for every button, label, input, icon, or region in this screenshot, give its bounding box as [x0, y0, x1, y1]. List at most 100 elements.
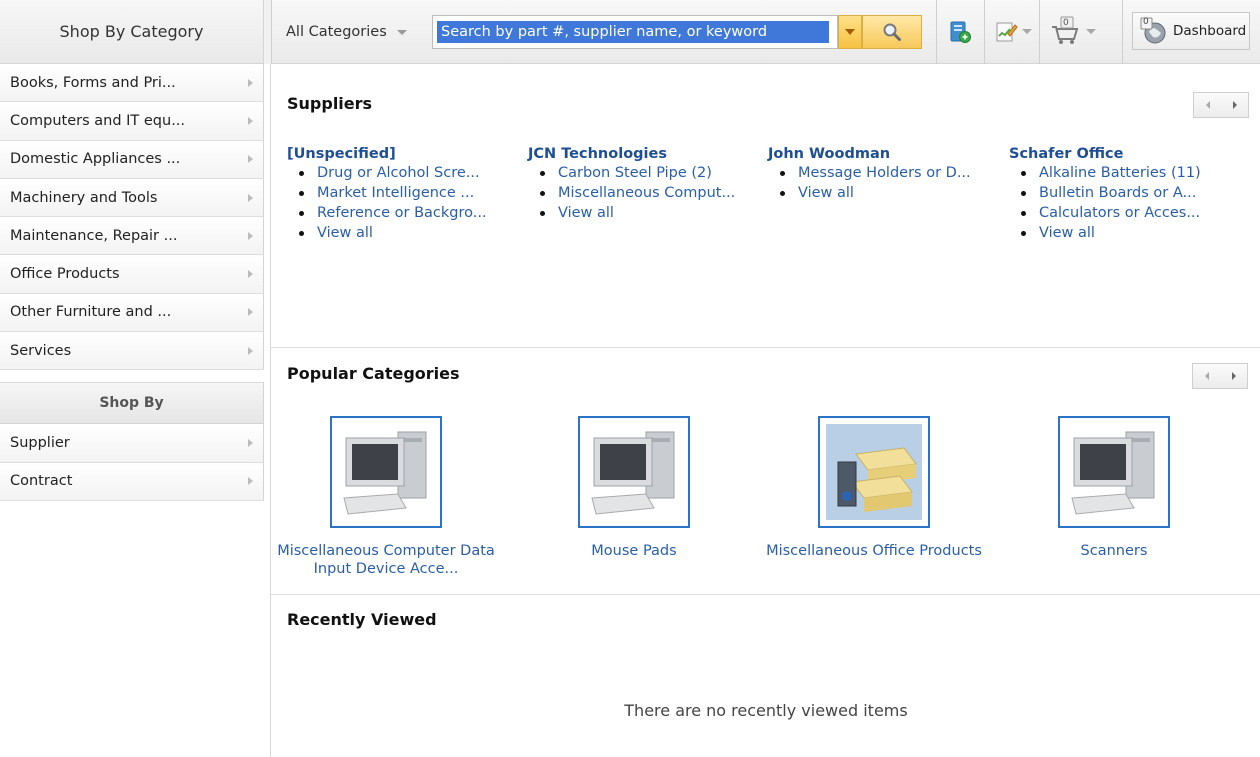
supplier-category-list: Carbon Steel Pipe (2) Miscellaneous Comp…: [528, 164, 758, 222]
category-item-office-products[interactable]: Office Products: [0, 255, 264, 294]
view-all-link[interactable]: View all: [1039, 225, 1095, 241]
popular-category-label[interactable]: Scanners: [999, 542, 1229, 560]
toolbar-divider: [1039, 0, 1040, 64]
shop-by-list: Supplier Contract: [0, 424, 264, 501]
category-item-books[interactable]: Books, Forms and Pri...: [0, 64, 264, 103]
dashboard-button[interactable]: 0 Dashboard: [1132, 12, 1250, 50]
supplier-category-list: Alkaline Batteries (11) Bulletin Boards …: [1009, 164, 1239, 242]
supplier-name-link[interactable]: John Woodman: [768, 146, 998, 162]
list-item: Carbon Steel Pipe (2): [540, 164, 758, 182]
category-item-label: Books, Forms and Pri...: [10, 74, 176, 91]
shop-by-contract[interactable]: Contract: [0, 462, 264, 501]
view-all-link[interactable]: View all: [798, 185, 854, 201]
supplier-name-link[interactable]: [Unspecified]: [287, 146, 517, 162]
popular-category-card: Miscellaneous Office Products: [759, 416, 989, 560]
search-options-dropdown[interactable]: [838, 15, 862, 49]
search-button[interactable]: [862, 15, 922, 49]
category-item-maintenance[interactable]: Maintenance, Repair ...: [0, 217, 264, 256]
category-item-machinery[interactable]: Machinery and Tools: [0, 178, 264, 218]
category-item-label: Machinery and Tools: [10, 189, 158, 206]
supplier-category-link[interactable]: Market Intelligence ...: [317, 185, 474, 201]
pager-next-button[interactable]: [1221, 93, 1248, 117]
search-icon: [883, 23, 901, 41]
edit-list-icon[interactable]: [994, 20, 1018, 44]
cart-count: 0: [1063, 18, 1069, 28]
office-products-image[interactable]: [818, 416, 930, 528]
view-all-link[interactable]: View all: [558, 205, 614, 221]
popular-category-label[interactable]: Miscellaneous Office Products: [759, 542, 989, 560]
main-content: Suppliers [Unspecified] Drug or Alcohol …: [270, 64, 1260, 757]
chevron-right-icon: [1231, 372, 1236, 380]
pager-prev-button[interactable]: [1194, 93, 1221, 117]
category-item-services[interactable]: Services: [0, 332, 264, 371]
list-item: Alkaline Batteries (11): [1021, 164, 1239, 182]
category-item-label: Other Furniture and ...: [10, 304, 172, 321]
computer-image[interactable]: [1058, 416, 1170, 528]
pager-prev-button[interactable]: [1193, 364, 1220, 388]
suppliers-section: Suppliers [Unspecified] Drug or Alcohol …: [271, 64, 1260, 348]
section-divider: [271, 594, 1260, 595]
list-item: View all: [299, 224, 517, 242]
category-item-computers[interactable]: Computers and IT equ...: [0, 102, 264, 141]
list-item: Message Holders or D...: [780, 164, 998, 182]
view-all-link[interactable]: View all: [317, 225, 373, 241]
category-item-other-furniture[interactable]: Other Furniture and ...: [0, 293, 264, 333]
popular-categories-pager: [1192, 363, 1248, 389]
search-input[interactable]: [437, 21, 829, 43]
popular-category-card: Scanners: [999, 416, 1229, 560]
chevron-down-icon[interactable]: [1086, 29, 1096, 34]
chevron-right-icon: [248, 155, 253, 164]
category-item-label: Maintenance, Repair ...: [10, 227, 178, 244]
list-item: View all: [540, 204, 758, 222]
computer-image[interactable]: [330, 416, 442, 528]
list-item: Drug or Alcohol Scre...: [299, 164, 517, 182]
supplier-column: John Woodman Message Holders or D... Vie…: [768, 146, 998, 204]
supplier-category-link[interactable]: Miscellaneous Comput...: [558, 185, 735, 201]
category-select-value: All Categories: [286, 24, 387, 40]
supplier-category-link[interactable]: Calculators or Acces...: [1039, 205, 1200, 221]
new-requisition-icon[interactable]: [948, 20, 972, 44]
supplier-name-link[interactable]: JCN Technologies: [528, 146, 758, 162]
popular-category-label[interactable]: Miscellaneous Computer Data Input Device…: [271, 542, 501, 578]
toolbar-divider: [1122, 0, 1123, 64]
suppliers-title: Suppliers: [287, 94, 373, 113]
chevron-left-icon: [1204, 372, 1209, 380]
category-item-label: Services: [10, 342, 72, 359]
supplier-category-list: Drug or Alcohol Scre... Market Intellige…: [287, 164, 517, 242]
supplier-column: JCN Technologies Carbon Steel Pipe (2) M…: [528, 146, 758, 224]
popular-categories-title: Popular Categories: [287, 364, 460, 383]
supplier-name-link[interactable]: Schafer Office: [1009, 146, 1239, 162]
shop-by-category-title: Shop By Category: [59, 22, 204, 41]
shop-by-supplier[interactable]: Supplier: [0, 424, 264, 463]
shop-by-label: Contract: [10, 473, 73, 490]
supplier-category-link[interactable]: Reference or Backgro...: [317, 205, 487, 221]
category-item-domestic-appliances[interactable]: Domestic Appliances ...: [0, 140, 264, 179]
category-select[interactable]: All Categories: [286, 18, 407, 46]
list-item: Miscellaneous Comput...: [540, 184, 758, 202]
supplier-column: [Unspecified] Drug or Alcohol Scre... Ma…: [287, 146, 517, 244]
chevron-down-icon[interactable]: [1022, 29, 1032, 34]
recently-viewed-empty-message: There are no recently viewed items: [624, 701, 908, 720]
shop-by-header: Shop By: [0, 382, 264, 425]
shop-by-category-header: Shop By Category: [0, 0, 264, 64]
cart-icon[interactable]: 0: [1050, 15, 1080, 45]
toolbar-divider: [984, 0, 985, 64]
computer-image[interactable]: [578, 416, 690, 528]
list-item: Calculators or Acces...: [1021, 204, 1239, 222]
toolbar-divider: [264, 0, 272, 64]
dashboard-label: Dashboard: [1173, 23, 1247, 39]
popular-category-card: Miscellaneous Computer Data Input Device…: [271, 416, 501, 578]
supplier-category-link[interactable]: Alkaline Batteries (11): [1039, 165, 1201, 181]
chevron-right-icon: [248, 193, 253, 202]
supplier-category-link[interactable]: Drug or Alcohol Scre...: [317, 165, 480, 181]
chevron-right-icon: [248, 116, 253, 125]
search-box: [432, 15, 838, 49]
popular-category-label[interactable]: Mouse Pads: [519, 542, 749, 560]
supplier-category-link[interactable]: Message Holders or D...: [798, 165, 971, 181]
supplier-category-link[interactable]: Bulletin Boards or A...: [1039, 185, 1196, 201]
supplier-category-link[interactable]: Carbon Steel Pipe (2): [558, 165, 712, 181]
dashboard-icon: 0: [1139, 17, 1167, 45]
pager-next-button[interactable]: [1220, 364, 1247, 388]
chevron-right-icon: [248, 477, 253, 486]
chevron-right-icon: [248, 270, 253, 279]
